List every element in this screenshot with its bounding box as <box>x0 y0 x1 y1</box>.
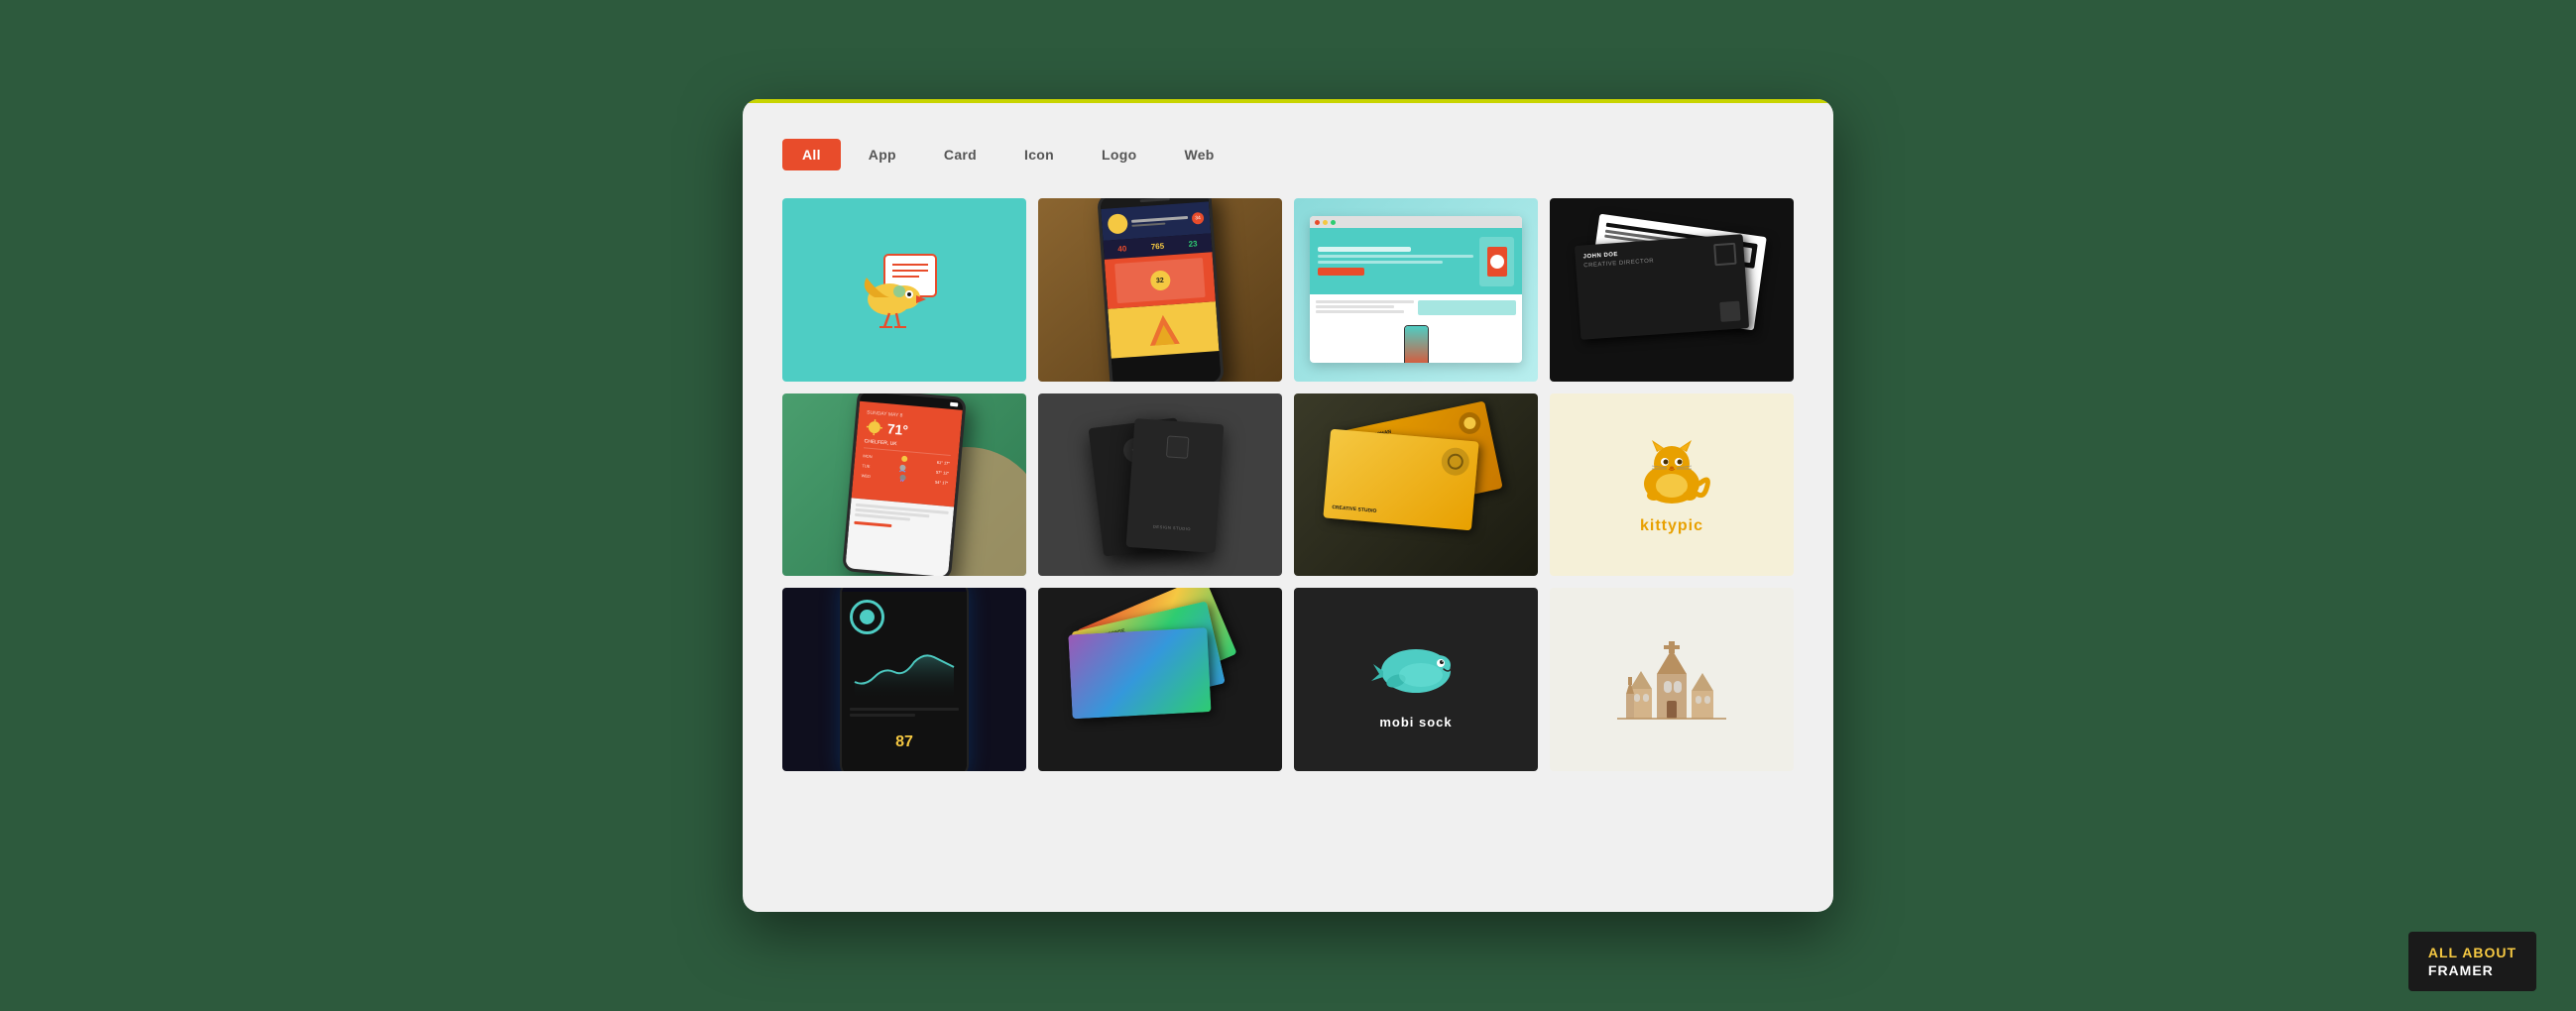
church-logo-svg <box>1612 629 1731 729</box>
brand-line1: ALL ABOUT <box>2428 944 2517 961</box>
mobi-sock-label: mobi sock <box>1379 715 1452 730</box>
grid-item-9[interactable]: 87 <box>782 588 1026 771</box>
grid-item-4[interactable]: BRANDINGPHOTO JOHN DOECREATIVE DIRECTOR <box>1550 198 1794 382</box>
brand-badge: ALL ABOUT FRAMER <box>2408 932 2536 991</box>
grid-item-7[interactable]: SHRIRAM MOHANCreative Designer +91-84-04… <box>1294 393 1538 577</box>
grid-item-2[interactable]: 34 40 765 <box>1038 198 1282 382</box>
brand-line2: FRAMER <box>2428 961 2517 979</box>
nav-item-all[interactable]: All <box>782 139 841 170</box>
nav-item-logo[interactable]: Logo <box>1082 139 1156 170</box>
grid-item-11[interactable]: mobi sock <box>1294 588 1538 771</box>
bird-icon-svg <box>845 240 964 339</box>
kitty-logo-svg <box>1622 434 1721 513</box>
nav-item-app[interactable]: App <box>849 139 916 170</box>
nav-item-web[interactable]: Web <box>1164 139 1233 170</box>
grid-item-1[interactable] <box>782 198 1026 382</box>
grid-item-10[interactable]: QUICK RESPONSEDESIGN DIRECTOR <box>1038 588 1282 771</box>
grid-item-6[interactable]: R·M·A Richard Tan DESIGN STUDIO <box>1038 393 1282 577</box>
grid-item-12[interactable] <box>1550 588 1794 771</box>
kitty-label: kittypic <box>1640 517 1703 535</box>
main-window: All App Card Icon Logo Web <box>743 99 1833 912</box>
mobi-sock-svg <box>1361 629 1470 709</box>
nav-item-card[interactable]: Card <box>924 139 996 170</box>
grid-item-8[interactable]: kittypic <box>1550 393 1794 577</box>
nav-bar: All App Card Icon Logo Web <box>782 139 1794 170</box>
portfolio-grid: 34 40 765 <box>782 198 1794 771</box>
nav-item-icon[interactable]: Icon <box>1004 139 1074 170</box>
grid-item-3[interactable] <box>1294 198 1538 382</box>
grid-item-5[interactable]: SUNDAY MAY 8 71° CHELFER, UK MON <box>782 393 1026 577</box>
outer-container: All App Card Icon Logo Web <box>0 0 2576 1011</box>
